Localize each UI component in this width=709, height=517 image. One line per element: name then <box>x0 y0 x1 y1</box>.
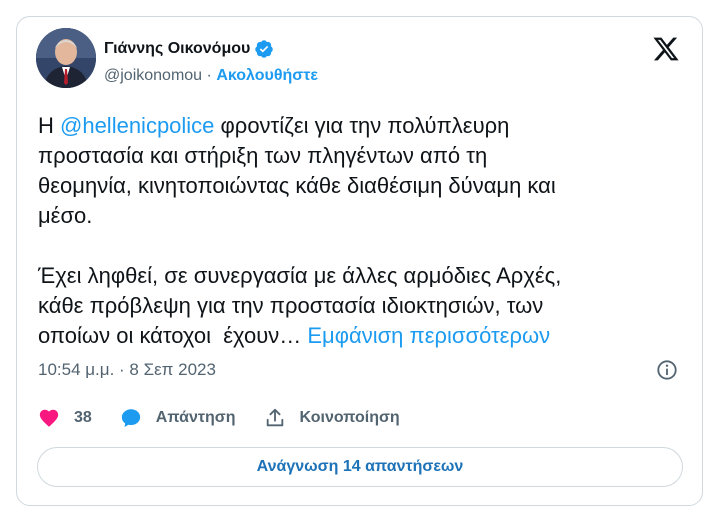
follow-link[interactable]: Ακολουθήστε <box>216 67 318 84</box>
share-upload-icon <box>266 408 283 427</box>
author-handle-row: @joikonomou · Ακολουθήστε <box>104 67 318 85</box>
reply-label: Απάντηση <box>155 409 236 426</box>
reply-button[interactable]: Απάντηση <box>120 407 236 429</box>
tweet-body: φροντίζει για την πολύπλευρη προστασία κ… <box>38 113 562 348</box>
share-label: Κοινοποίηση <box>299 409 400 426</box>
author-name-row: Γιάννης Οικονόμου <box>104 39 274 59</box>
author-name[interactable]: Γιάννης Οικονόμου <box>104 40 250 58</box>
read-replies-button[interactable]: Ανάγνωση 14 απαντήσεων <box>37 447 683 487</box>
tweet-card: Γιάννης Οικονόμου @joikonomou · Ακολουθή… <box>16 16 703 506</box>
share-button[interactable]: Κοινοποίηση <box>264 407 400 429</box>
tweet-prefix: Η <box>38 113 60 138</box>
info-icon[interactable] <box>656 359 678 381</box>
tweet-timestamp[interactable]: 10:54 μ.μ. · 8 Σεπ 2023 <box>38 360 216 380</box>
like-count: 38 <box>74 409 92 426</box>
tweet-text: Η @hellenicpolice φροντίζει για την πολύ… <box>38 111 678 351</box>
show-more-link[interactable]: Εμφάνιση περισσότερων <box>307 323 550 348</box>
heart-icon <box>39 409 59 427</box>
mention-link[interactable]: @hellenicpolice <box>60 113 214 138</box>
tweet-actions: 38 Απάντηση Κοινοποίηση <box>38 407 428 429</box>
avatar-photo <box>36 28 96 88</box>
avatar[interactable] <box>36 28 96 88</box>
like-button[interactable]: 38 <box>38 407 92 429</box>
x-logo-icon[interactable] <box>652 35 680 63</box>
handle-separator: · <box>206 67 212 84</box>
verified-badge-icon <box>255 40 274 58</box>
author-handle[interactable]: @joikonomou <box>104 67 202 84</box>
reply-bubble-icon <box>121 409 140 427</box>
